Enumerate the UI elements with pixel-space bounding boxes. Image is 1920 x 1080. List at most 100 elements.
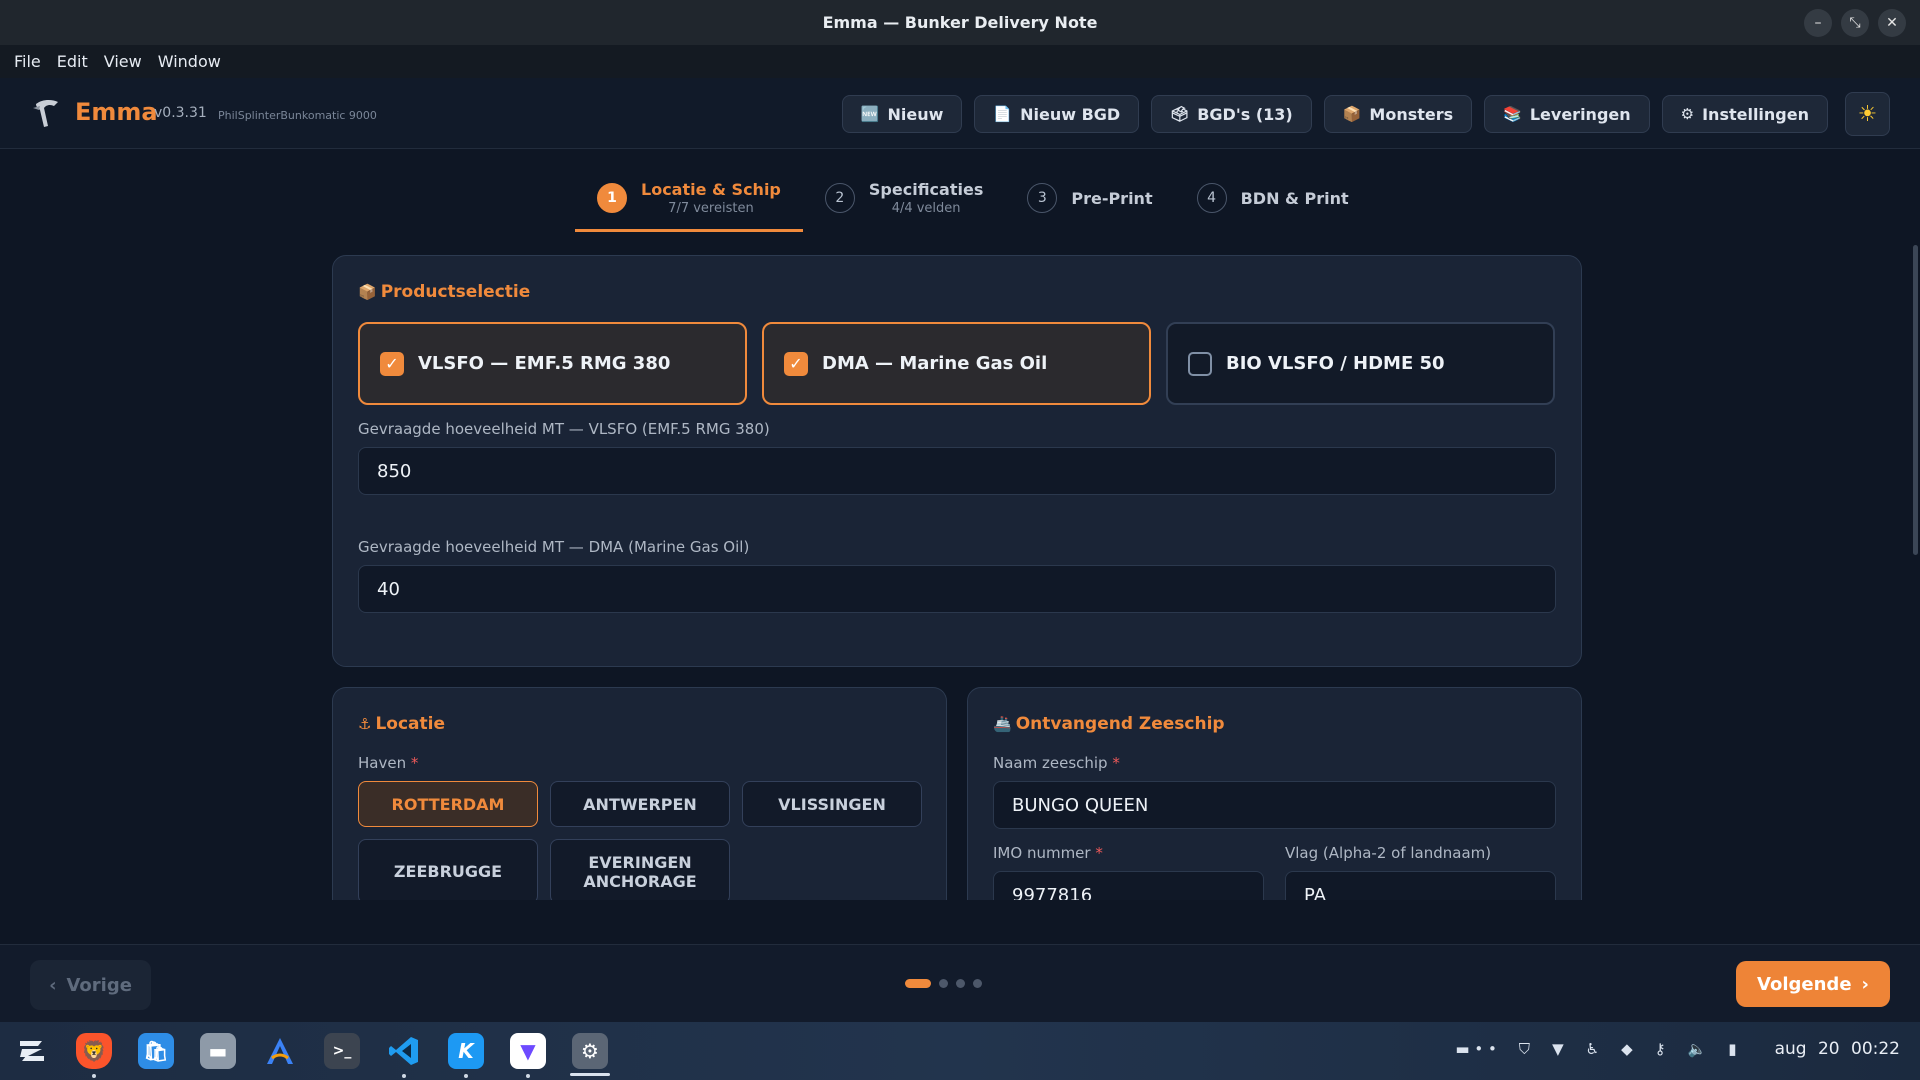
step-progress: 7/7 vereisten — [668, 201, 754, 216]
new-button[interactable]: 🆕 Nieuw — [841, 95, 963, 133]
title-bar: Emma — Bunker Delivery Note – ⤡ ✕ — [0, 0, 1920, 45]
app-version: v0.3.31 — [154, 105, 207, 121]
port-vlissingen[interactable]: VLISSINGEN — [742, 781, 922, 827]
step-label: Pre-Print — [1071, 188, 1153, 208]
checkbox-unchecked-icon — [1188, 351, 1212, 376]
samples-button-label: Monsters — [1369, 104, 1454, 124]
settings-button-label: Instellingen — [1702, 104, 1809, 124]
workspace-indicator-icon[interactable]: ▬ • • — [1455, 1040, 1496, 1058]
step-number: 1 — [597, 183, 627, 213]
flag-label: Vlag (Alpha-2 of landnaam) — [1285, 844, 1492, 862]
page-dot — [939, 979, 948, 988]
port-antwerpen[interactable]: ANTWERPEN — [550, 781, 730, 827]
port-rotterdam[interactable]: ROTTERDAM — [358, 781, 538, 827]
qty-dma-label: Gevraagde hoeveelheid MT — DMA (Marine G… — [358, 538, 750, 556]
zorin-menu-icon[interactable] — [8, 1028, 56, 1074]
previous-button-label: Vorige — [66, 974, 132, 996]
samples-button[interactable]: 📦 Monsters — [1323, 95, 1473, 133]
header-nav: 🆕 Nieuw 📄 Nieuw BGD 🗳 BGD's (13) 📦 Monst… — [841, 95, 1828, 133]
os-taskbar: 🦁 🛍 ▬ >_ K ▼ ⚙ ▬ • • ⛉ ▼ ♿ ◆ ⚷ 🔈 ▮ aug 2… — [0, 1022, 1920, 1080]
product-option-label: DMA — Marine Gas Oil — [822, 353, 1048, 374]
required-marker: * — [410, 754, 419, 772]
anchor-icon: ⚓ — [358, 715, 372, 733]
product-option-vlsfo[interactable]: ✓ VLSFO — EMF.5 RMG 380 — [358, 322, 747, 405]
step-specifications[interactable]: 2 Specificaties 4/4 velden — [803, 172, 1005, 232]
proton-vpn-icon[interactable]: ▼ — [504, 1028, 552, 1078]
location-title: ⚓ Locatie — [358, 714, 445, 734]
port-zeebrugge[interactable]: ZEEBRUGGE — [358, 839, 538, 900]
minimize-button[interactable]: – — [1804, 9, 1832, 37]
menu-view[interactable]: View — [98, 52, 148, 71]
step-location-ship[interactable]: 1 Locatie & Schip 7/7 vereisten — [575, 172, 803, 232]
menu-edit[interactable]: Edit — [51, 52, 94, 71]
product-option-bio-vlsfo[interactable]: BIO VLSFO / HDME 50 — [1166, 322, 1555, 405]
menu-window[interactable]: Window — [152, 52, 227, 71]
next-button[interactable]: Volgende › — [1736, 961, 1890, 1007]
terminal-icon[interactable]: >_ — [318, 1028, 366, 1074]
vessel-name-input[interactable]: BUNGO QUEEN — [993, 781, 1556, 829]
required-marker: * — [1112, 754, 1120, 772]
step-bdn-print[interactable]: 4 BDN & Print — [1175, 172, 1371, 232]
wifi-icon[interactable]: ◆ — [1621, 1040, 1633, 1058]
step-number: 4 — [1196, 183, 1227, 213]
system-tray: ▬ • • ⛉ ▼ ♿ ◆ ⚷ 🔈 ▮ aug 20 00:22 — [1455, 1039, 1900, 1059]
chevron-left-icon: ‹ — [49, 974, 57, 996]
deliveries-button[interactable]: 📚 Leveringen — [1484, 95, 1650, 133]
theme-toggle-button[interactable]: ☀ — [1845, 92, 1890, 136]
receiving-vessel-card: 🚢 Ontvangend Zeeschip Naam zeeschip * BUN… — [967, 687, 1582, 900]
page-indicator — [905, 979, 982, 988]
product-selection-card: 📦 Productselectie ✓ VLSFO — EMF.5 RMG 380… — [332, 255, 1582, 667]
app-tagline: PhilSplinterBunkomatic 9000 — [218, 109, 377, 122]
vscode-icon[interactable] — [380, 1028, 428, 1078]
clock[interactable]: aug 20 00:22 — [1775, 1039, 1900, 1059]
sun-icon: ☀ — [1857, 101, 1878, 127]
new-button-label: Nieuw — [887, 104, 944, 124]
settings-button[interactable]: ⚙ Instellingen — [1661, 95, 1828, 133]
product-option-dma[interactable]: ✓ DMA — Marine Gas Oil — [762, 322, 1151, 405]
clock-time: 00:22 — [1851, 1039, 1900, 1059]
software-store-icon[interactable]: 🛍 — [132, 1028, 180, 1074]
window-title: Emma — Bunker Delivery Note — [822, 13, 1098, 32]
restore-button[interactable]: ⤡ — [1841, 9, 1869, 37]
accessibility-icon[interactable]: ♿ — [1586, 1040, 1599, 1058]
step-label: BDN & Print — [1240, 188, 1349, 208]
vessel-name-label: Naam zeeschip * — [993, 754, 1120, 772]
scrollbar-thumb[interactable] — [1913, 245, 1918, 555]
imo-input[interactable]: 9977816 — [993, 871, 1264, 900]
wizard-footer: ‹ Vorige Volgende › — [0, 944, 1920, 1022]
gear-icon: ⚙ — [1680, 105, 1695, 123]
deliveries-button-label: Leveringen — [1529, 104, 1631, 124]
step-pre-print[interactable]: 3 Pre-Print — [1005, 172, 1174, 232]
settings-app-icon[interactable]: ⚙ — [566, 1028, 614, 1076]
shield-icon[interactable]: ⛉ — [1519, 1040, 1530, 1058]
brave-browser-icon[interactable]: 🦁 — [70, 1028, 118, 1078]
qty-vlsfo-input[interactable]: 850 — [358, 447, 1556, 495]
bgds-button[interactable]: 🗳 BGD's (13) — [1151, 95, 1312, 133]
flag-input[interactable]: PA — [1285, 871, 1556, 900]
window-controls: – ⤡ ✕ — [1804, 9, 1906, 37]
product-selection-title: 📦 Productselectie — [358, 282, 531, 302]
battery-icon[interactable]: ▮ — [1728, 1040, 1736, 1058]
port-label: Haven * — [358, 754, 419, 772]
files-icon[interactable]: ▬ — [194, 1028, 242, 1074]
arc-app-icon[interactable] — [256, 1028, 304, 1074]
clock-date: aug 20 — [1774, 1039, 1840, 1059]
vpn-status-icon[interactable]: ▼ — [1552, 1040, 1564, 1058]
ballot-box-icon: 🗳 — [1170, 105, 1190, 123]
app-header: Emma v0.3.31 PhilSplinterBunkomatic 9000… — [0, 78, 1920, 149]
key-icon[interactable]: ⚷ — [1655, 1040, 1666, 1058]
menu-file[interactable]: File — [8, 52, 47, 71]
product-option-label: BIO VLSFO / HDME 50 — [1226, 353, 1445, 374]
ship-icon: 🚢 — [993, 715, 1012, 733]
product-options: ✓ VLSFO — EMF.5 RMG 380 ✓ DMA — Marine G… — [358, 322, 1555, 405]
close-button[interactable]: ✕ — [1878, 9, 1906, 37]
previous-button[interactable]: ‹ Vorige — [30, 960, 151, 1010]
qty-vlsfo-label: Gevraagde hoeveelheid MT — VLSFO (EMF.5 … — [358, 420, 770, 438]
new-bgd-button[interactable]: 📄 Nieuw BGD — [974, 95, 1140, 133]
kate-editor-icon[interactable]: K — [442, 1028, 490, 1078]
qty-dma-input[interactable]: 40 — [358, 565, 1556, 613]
brand-name: Emma — [75, 98, 158, 126]
checkbox-checked-icon: ✓ — [784, 351, 808, 376]
volume-icon[interactable]: 🔈 — [1688, 1040, 1707, 1058]
port-everingen-anchorage[interactable]: EVERINGEN ANCHORAGE — [550, 839, 730, 900]
